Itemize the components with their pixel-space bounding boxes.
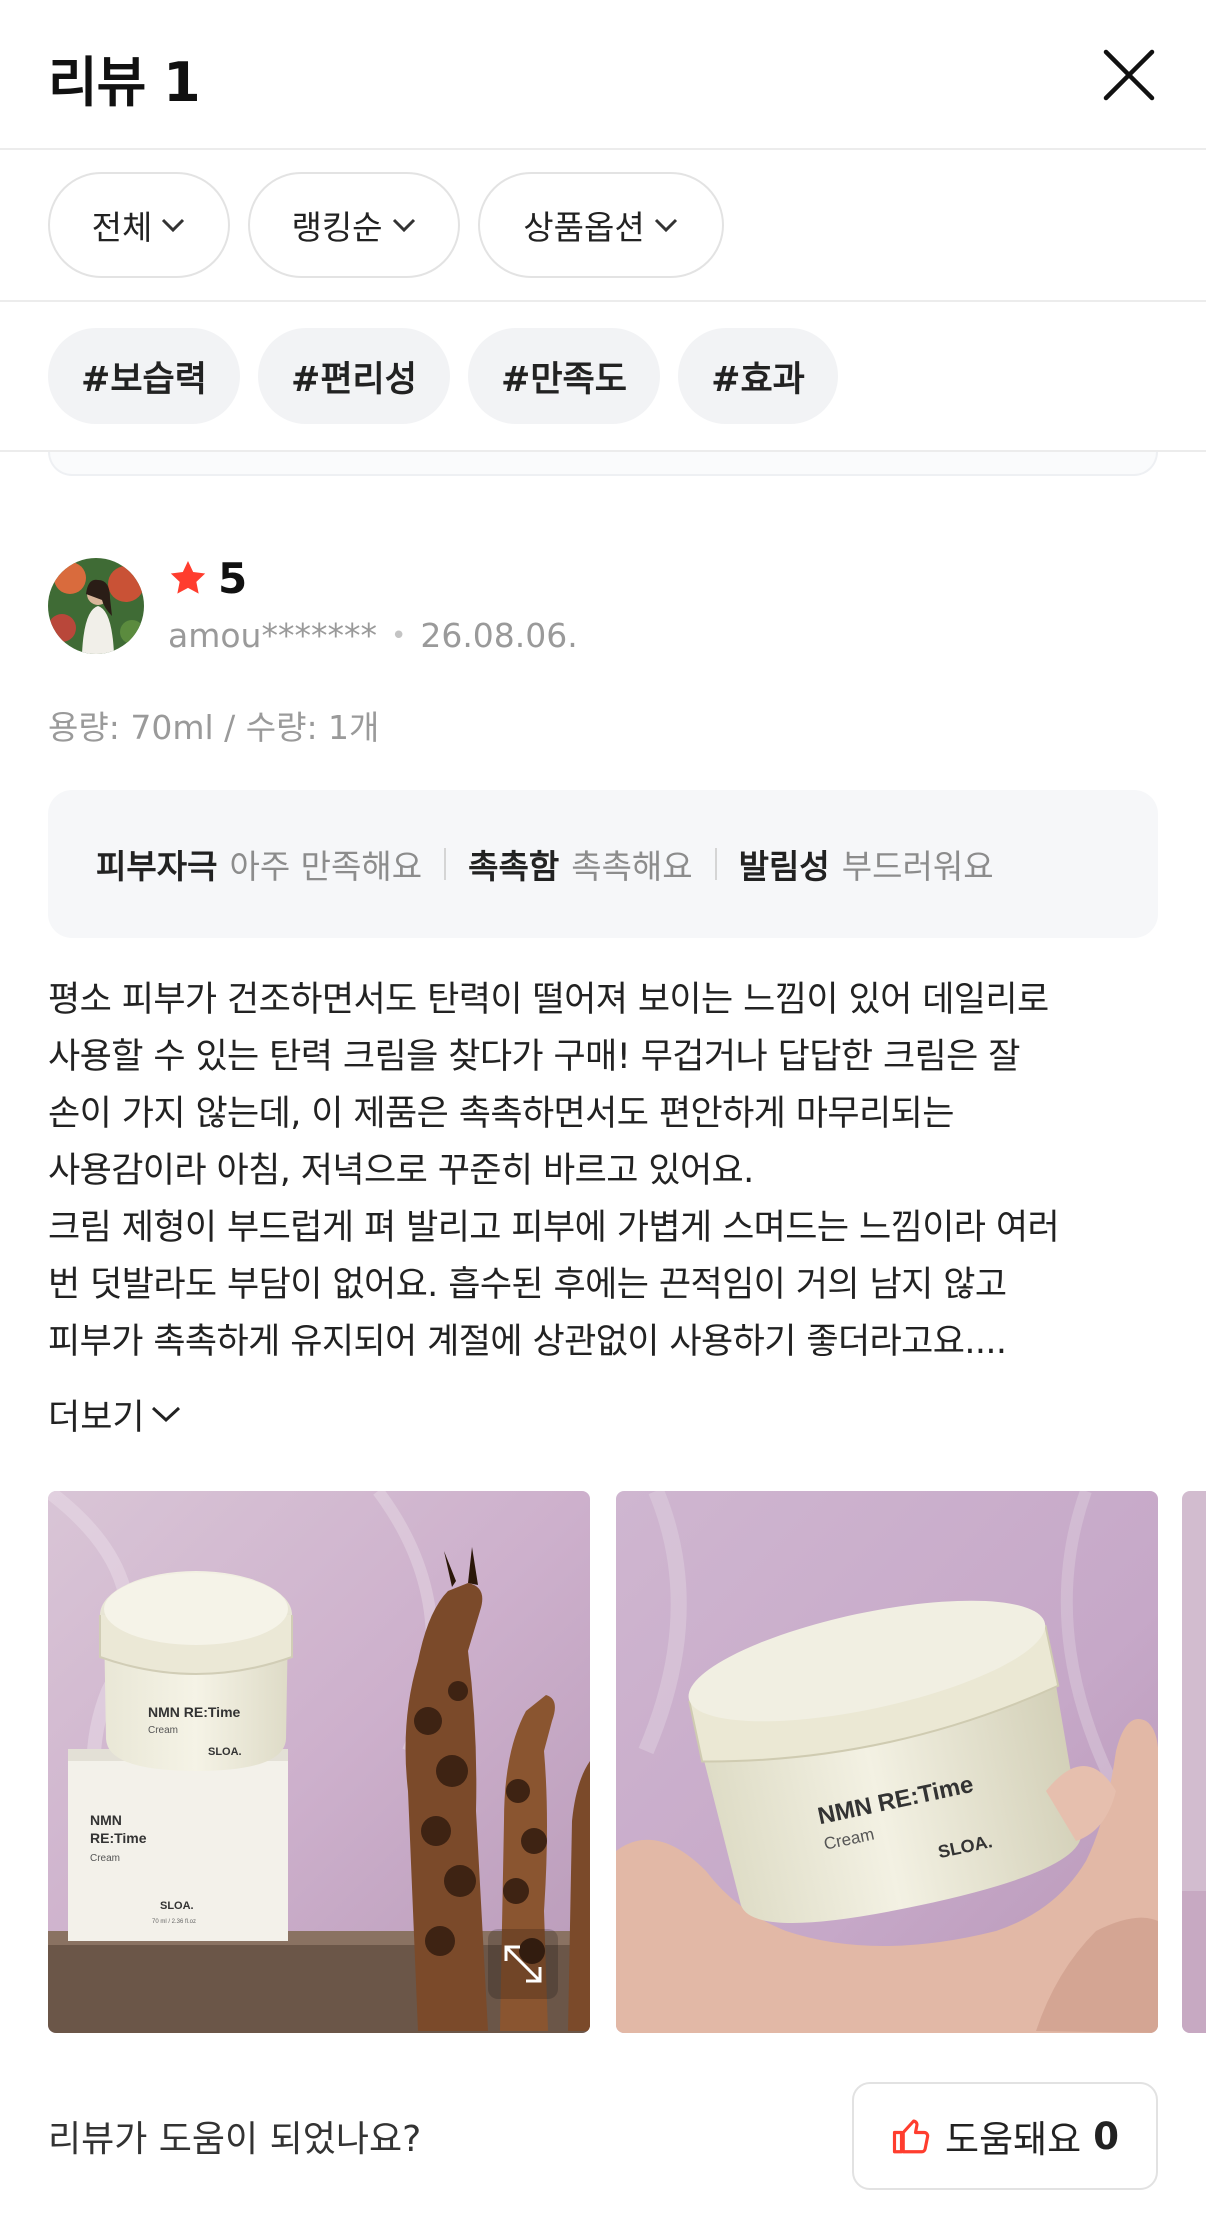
helpful-question: 리뷰가 도움이 되었나요? [48,2119,422,2160]
filter-label: 랭킹순 [291,208,383,247]
filter-sort-dropdown[interactable]: 랭킹순 [248,172,460,278]
review-photo[interactable]: NMN RE:Time Cream SLOA. [616,1491,1158,2033]
helpful-count: 0 [1093,2114,1119,2158]
tag-chip[interactable]: #보습력 [48,328,240,424]
rating-value: 5 [218,553,248,603]
chevron-down-icon [162,218,185,233]
review-meta: amou******* • 26.08.06. [168,616,578,655]
eval-key: 촉촉함 [468,847,560,886]
eval-value: 부드러워요 [841,847,994,886]
more-label: 더보기 [48,1397,145,1438]
page-title: 리뷰 1 [48,51,201,114]
chevron-down-icon [151,1406,180,1423]
star-icon [170,561,206,594]
filter-all-dropdown[interactable]: 전체 [48,172,230,278]
tag-chip[interactable]: #편리성 [258,328,450,424]
more-button[interactable]: 더보기 [48,1386,183,1442]
expand-icon[interactable] [488,1929,558,1999]
review-line: 번 덧발라도 부담이 없어요. 흡수된 후에는 끈적임이 거의 남지 않고 [48,1265,1007,1305]
review-line: 사용감이라 아침, 저녁으로 꾸준히 바르고 있어요. [48,1151,754,1191]
review-line: 평소 피부가 건조하면서도 탄력이 떨어져 보이는 느낌이 있어 데일리로 [48,980,1049,1020]
helpful-label: 도움돼요 [945,2118,1082,2161]
box-label: RE:Time [90,1830,147,1846]
eval-value: 아주 만족해요 [229,847,423,886]
filter-label: 상품옵션 [523,208,645,247]
review-body: 평소 피부가 건조하면서도 탄력이 떨어져 보이는 느낌이 있어 데일리로 사용… [48,972,1178,1371]
reviewer-name: amou******* [168,616,377,655]
meta-separator: • [390,620,407,651]
box-small-text: 70 ml / 2.36 fl.oz [152,1919,196,1925]
jar-brand: SLOA. [208,1746,242,1758]
filter-option-dropdown[interactable]: 상품옵션 [478,172,724,278]
tag-bar: #보습력 #편리성 #만족도 #효과 [0,304,1206,452]
chevron-down-icon [654,218,677,233]
jar-label: Cream [148,1725,178,1736]
eval-value: 촉촉해요 [571,847,693,886]
evaluation-summary: 피부자극 아주 만족해요 촉촉함 촉촉해요 발림성 부드러워요 [48,790,1158,938]
tag-chip[interactable]: #효과 [678,328,838,424]
rating: 5 [168,553,247,603]
review-line: 크림 제형이 부드럽게 펴 발리고 피부에 가볍게 스며드는 느낌이라 여러 [48,1208,1060,1248]
close-icon [1103,49,1155,101]
box-brand: SLOA. [160,1900,194,1912]
review-photo[interactable] [1182,1491,1206,2033]
filter-label: 전체 [91,208,153,247]
box-label: Cream [90,1853,120,1864]
review-photo[interactable]: NMN RE:Time Cream SLOA. 70 ml / 2.36 fl.… [48,1491,590,2033]
divider [714,848,717,880]
close-button[interactable] [1102,48,1156,102]
previous-card-edge [48,452,1158,476]
thumbs-up-icon [892,2119,930,2154]
tag-chip[interactable]: #만족도 [468,328,660,424]
chevron-down-icon [392,218,415,233]
review-line: 사용할 수 있는 탄력 크림을 찾다가 구매! 무겁거나 답답한 크림은 잘 [48,1037,1020,1077]
purchase-option: 용량: 70ml / 수량: 1개 [48,708,380,747]
filter-bar: 전체 랭킹순 상품옵션 [0,152,1206,302]
avatar[interactable] [48,558,144,654]
review-line: 피부가 촉촉하게 유지되어 계절에 상관없이 사용하기 좋더라고요.... [48,1322,1007,1362]
divider [444,848,447,880]
helpful-button[interactable]: 도움돼요 0 [852,2082,1158,2190]
eval-key: 발림성 [738,847,830,886]
box-label: NMN [90,1812,122,1828]
review-date: 26.08.06. [420,616,578,655]
eval-key: 피부자극 [96,847,218,886]
jar-label: NMN RE:Time [148,1704,241,1720]
review-header: 리뷰 1 [0,0,1206,150]
review-line: 손이 가지 않는데, 이 제품은 촉촉하면서도 편안하게 마무리되는 [48,1094,954,1134]
